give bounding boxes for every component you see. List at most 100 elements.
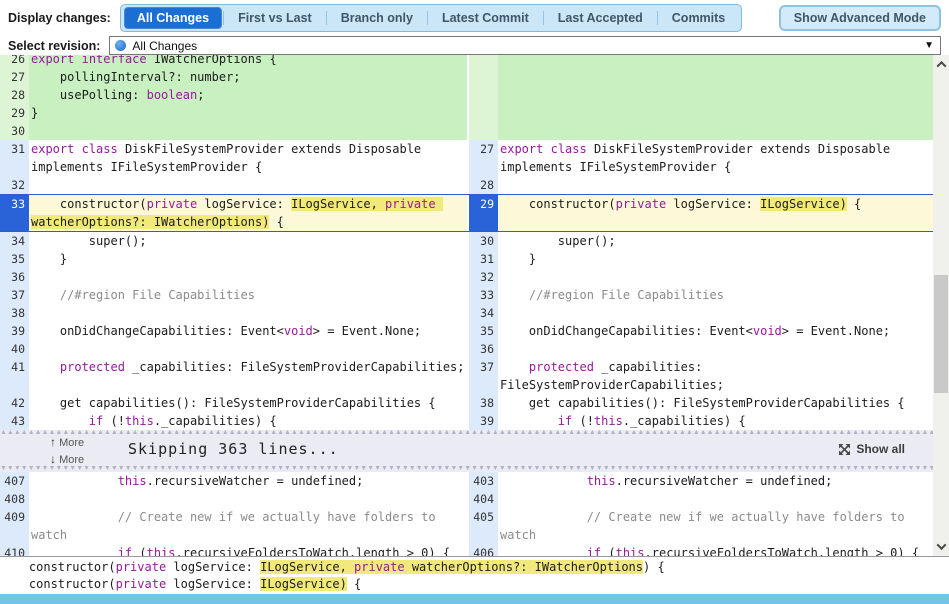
- code-line: [29, 176, 467, 194]
- code-line: get capabilities(): FileSystemProviderCa…: [29, 394, 467, 412]
- line-number: 28: [469, 176, 498, 194]
- line-number: 27: [469, 140, 498, 176]
- mode-button-all-changes[interactable]: All Changes: [123, 7, 223, 29]
- line-number: 31: [0, 140, 29, 176]
- mode-button-commits[interactable]: Commits: [659, 7, 738, 29]
- vertical-scrollbar[interactable]: [933, 55, 949, 556]
- diff-row[interactable]: 407 this.recursiveWatcher = undefined; 40…: [0, 472, 933, 490]
- line-number: 36: [469, 340, 498, 358]
- diff-row[interactable]: 26 export interface IWatcherOptions {: [0, 55, 933, 68]
- show-advanced-mode-button[interactable]: Show Advanced Mode: [778, 5, 941, 31]
- diff-row[interactable]: 40 36: [0, 340, 933, 358]
- revision-row: Select revision: All Changes ▼: [0, 36, 949, 55]
- revision-select[interactable]: All Changes ▼: [109, 36, 941, 55]
- code-line: [29, 490, 467, 508]
- diff-row[interactable]: 31 export class DiskFileSystemProvider ex…: [0, 140, 933, 176]
- chevron-up-icon: [936, 60, 946, 71]
- line-number: 29: [469, 195, 498, 231]
- code-line: constructor(private logService: ILogServ…: [498, 195, 933, 231]
- mode-separator: [223, 11, 225, 25]
- preview-line: constructor(private logService: ILogServ…: [0, 560, 665, 574]
- diff-row[interactable]: 409 // Create new if we actually have fo…: [0, 508, 933, 544]
- code-line: [29, 122, 467, 140]
- selected-change-preview: constructor(private logService: ILogServ…: [0, 556, 949, 594]
- mode-separator: [426, 11, 428, 25]
- line-number: 30: [469, 232, 498, 250]
- diff-row[interactable]: 29}: [0, 104, 933, 122]
- mode-separator: [542, 11, 544, 25]
- line-number: 26: [0, 55, 29, 68]
- diff-row[interactable]: 27 pollingInterval?: number;: [0, 68, 933, 86]
- mode-buttons: All Changes First vs Last Branch only Lates…: [119, 4, 743, 32]
- code-line: [498, 55, 933, 68]
- diff-row[interactable]: 38 34: [0, 304, 933, 322]
- diff-viewer: 26 export interface IWatcherOptions {27 p…: [0, 55, 949, 556]
- diff-row[interactable]: 32 28: [0, 176, 933, 194]
- scroll-up-button[interactable]: [933, 57, 949, 72]
- line-number: 42: [0, 394, 29, 412]
- scrollbar-thumb[interactable]: [934, 275, 948, 393]
- code-line: [498, 490, 933, 508]
- diff-row[interactable]: 41 protected _capabilities: FileSystemPr…: [0, 358, 933, 394]
- scroll-down-button[interactable]: [933, 539, 949, 554]
- code-line: [29, 340, 467, 358]
- line-number: 41: [0, 358, 29, 394]
- diff-row[interactable]: 37 //#region File Capabilities 33 //#regi…: [0, 286, 933, 304]
- diff-row[interactable]: 34 super(); 30 super();: [0, 232, 933, 250]
- code-line: pollingInterval?: number;: [29, 68, 467, 86]
- diff-row[interactable]: 42 get capabilities(): FileSystemProvide…: [0, 394, 933, 412]
- line-number: 34: [469, 304, 498, 322]
- diff-row[interactable]: 30: [0, 122, 933, 140]
- line-number: 34: [0, 232, 29, 250]
- line-number: 35: [469, 322, 498, 340]
- code-line: constructor(private logService: ILogServ…: [29, 195, 467, 231]
- line-number: 33: [469, 286, 498, 304]
- line-number: 409: [0, 508, 29, 544]
- diff-row[interactable]: 410 if (this.recursiveFoldersToWatch.len…: [0, 544, 933, 556]
- diff-row[interactable]: 35 } 31 }: [0, 250, 933, 268]
- line-number: 408: [0, 490, 29, 508]
- more-up-button[interactable]: ↑ More: [50, 434, 84, 451]
- code-line: if (!this._capabilities) {: [29, 412, 467, 430]
- code-line: [498, 122, 933, 140]
- mode-button-first-vs-last[interactable]: First vs Last: [225, 7, 325, 29]
- line-number: 27: [0, 68, 29, 86]
- line-number: 28: [0, 86, 29, 104]
- mode-button-branch-only[interactable]: Branch only: [328, 7, 426, 29]
- code-line: [498, 86, 933, 104]
- line-number: 43: [0, 412, 29, 430]
- diff-row[interactable]: 28 usePolling: boolean;: [0, 86, 933, 104]
- line-number: [469, 104, 498, 122]
- diff-rows-bottom: 407 this.recursiveWatcher = undefined; 40…: [0, 472, 933, 556]
- diff-row[interactable]: 33 constructor(private logService: ILogS…: [0, 194, 933, 232]
- show-all-button[interactable]: Show all: [838, 442, 905, 456]
- mode-separator: [325, 11, 327, 25]
- code-line: get capabilities(): FileSystemProviderCa…: [498, 394, 933, 412]
- mode-button-latest-commit[interactable]: Latest Commit: [429, 7, 542, 29]
- diff-row[interactable]: 39 onDidChangeCapabilities: Event<void> …: [0, 322, 933, 340]
- horizontal-scrollbar[interactable]: [0, 594, 949, 604]
- skip-banner: ▲▲▲▲▲▲▲▲▲▲▲▲▲▲▲▲▲▲▲▲▲▲▲▲▲▲▲▲▲▲▲▲▲▲▲▲▲▲▲▲…: [0, 430, 933, 472]
- skip-lines-text: Skipping 363 lines...: [128, 440, 339, 458]
- line-number: [469, 122, 498, 140]
- code-line: export class DiskFileSystemProvider exte…: [498, 140, 933, 176]
- display-changes-label: Display changes:: [8, 11, 111, 25]
- line-number: 406: [469, 544, 498, 556]
- code-line: [498, 304, 933, 322]
- mode-button-last-accepted[interactable]: Last Accepted: [545, 7, 656, 29]
- diff-row[interactable]: 36 32: [0, 268, 933, 286]
- mode-separator: [656, 11, 658, 25]
- line-number: 40: [0, 340, 29, 358]
- diff-row[interactable]: 43 if (!this._capabilities) {39 if (!thi…: [0, 412, 933, 430]
- line-number: 37: [0, 286, 29, 304]
- more-down-button[interactable]: ↓ More: [50, 451, 84, 468]
- line-number: 32: [0, 176, 29, 194]
- dropdown-caret-icon: ▼: [924, 40, 934, 51]
- code-line: [29, 268, 467, 286]
- line-number: 39: [0, 322, 29, 340]
- code-line: if (this.recursiveFoldersToWatch.length …: [29, 544, 467, 556]
- code-line: export class DiskFileSystemProvider exte…: [29, 140, 467, 176]
- diff-row[interactable]: 408 404: [0, 490, 933, 508]
- more-up-label: More: [59, 437, 85, 449]
- revision-value: All Changes: [132, 38, 198, 53]
